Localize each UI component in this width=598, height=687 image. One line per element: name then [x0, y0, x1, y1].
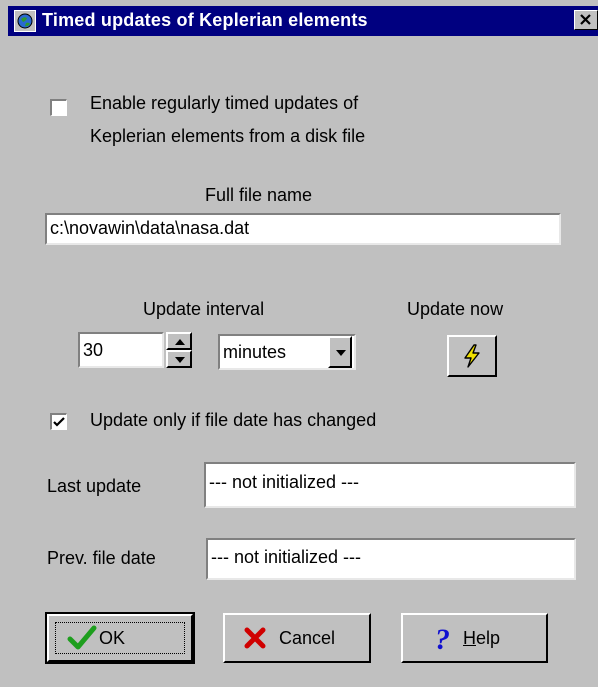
window-title: Timed updates of Keplerian elements	[42, 10, 368, 30]
cancel-button-label: Cancel	[279, 628, 336, 648]
title-bar[interactable]: Timed updates of Keplerian elements	[8, 6, 598, 36]
last-update-label: Last update	[47, 476, 142, 496]
last-update-field: --- not initialized ---	[204, 462, 576, 508]
interval-spinner[interactable]	[166, 332, 192, 368]
x-icon	[244, 627, 266, 649]
chevron-down-icon	[336, 350, 346, 356]
checkmark-icon	[53, 417, 65, 427]
close-button[interactable]	[574, 10, 598, 30]
help-mnemonic: H	[463, 628, 476, 648]
checkmark-icon	[67, 625, 97, 650]
help-label-rest: elp	[476, 628, 501, 648]
help-button-label: Help	[463, 628, 500, 649]
ok-button-face[interactable]: OK	[47, 614, 193, 662]
update-now-button[interactable]	[447, 335, 497, 377]
help-button[interactable]: ? Help	[401, 613, 548, 663]
prev-file-date-label: Prev. file date	[47, 548, 156, 568]
ok-button-label: OK	[99, 628, 126, 648]
globe-icon[interactable]	[14, 10, 36, 32]
close-icon	[580, 14, 591, 25]
enable-timed-updates-checkbox[interactable]	[50, 99, 67, 116]
only-if-changed-label: Update only if file date has changed	[90, 410, 377, 430]
ok-button[interactable]: OK	[45, 612, 195, 664]
arrow-up-icon	[175, 339, 185, 345]
unit-dropdown-button[interactable]	[328, 336, 352, 368]
prev-file-date-field: --- not initialized ---	[206, 538, 576, 580]
question-mark-icon: ?	[435, 623, 450, 653]
lightning-icon	[464, 344, 480, 368]
enable-timed-updates-label-line2: Keplerian elements from a disk file	[90, 126, 366, 146]
spin-up-button[interactable]	[166, 332, 192, 350]
cancel-button[interactable]: Cancel	[223, 613, 371, 663]
update-interval-label: Update interval	[143, 299, 265, 319]
file-name-label: Full file name	[205, 185, 313, 205]
spin-down-button[interactable]	[166, 350, 192, 368]
only-if-changed-checkbox[interactable]	[50, 413, 67, 430]
file-name-input[interactable]: c:\novawin\data\nasa.dat	[45, 213, 561, 245]
interval-unit-value: minutes	[223, 342, 287, 362]
enable-timed-updates-label-line1: Enable regularly timed updates of	[90, 93, 359, 113]
arrow-down-icon	[175, 357, 185, 363]
interval-value-input[interactable]: 30	[78, 332, 164, 368]
svg-text:?: ?	[435, 623, 450, 653]
update-now-label: Update now	[407, 299, 504, 319]
